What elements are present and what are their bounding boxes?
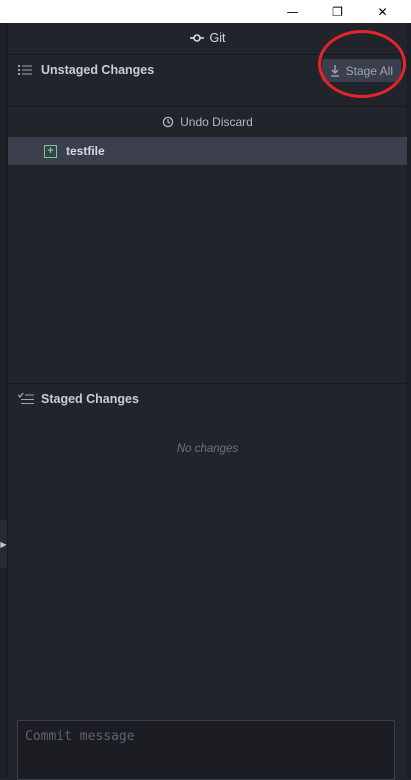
list-item[interactable]: + testfile bbox=[8, 137, 407, 165]
maximize-icon: ❐ bbox=[332, 4, 343, 19]
checklist-icon bbox=[18, 392, 36, 405]
staged-changes-header: Staged Changes bbox=[8, 383, 407, 413]
right-edge-divider bbox=[407, 23, 411, 778]
minimize-button[interactable]: — bbox=[270, 0, 315, 23]
unstaged-changes-label: Unstaged Changes bbox=[41, 62, 155, 77]
undo-discard-button[interactable]: Undo Discard bbox=[8, 106, 407, 138]
left-dock-strip: ▶ bbox=[0, 23, 8, 778]
commit-message-placeholder: Commit message bbox=[25, 729, 135, 744]
added-file-icon: + bbox=[44, 144, 57, 158]
maximize-button[interactable]: ❐ bbox=[315, 0, 360, 23]
undo-discard-label: Undo Discard bbox=[180, 115, 253, 129]
git-commit-icon bbox=[189, 34, 204, 42]
commit-message-input[interactable]: Commit message bbox=[17, 720, 395, 780]
list-icon bbox=[18, 64, 36, 76]
git-panel-title: Git bbox=[209, 31, 226, 45]
history-icon bbox=[162, 116, 174, 128]
no-changes-text: No changes bbox=[176, 443, 239, 455]
git-panel: Git Unstaged Changes Stage All Undo Disc… bbox=[8, 23, 407, 780]
close-button[interactable]: ✕ bbox=[360, 0, 405, 23]
dock-toggle-handle[interactable]: ▶ bbox=[0, 520, 7, 568]
minimize-icon: — bbox=[286, 4, 299, 19]
chevron-right-icon: ▶ bbox=[0, 539, 7, 549]
file-name: testfile bbox=[66, 144, 105, 158]
close-icon: ✕ bbox=[377, 4, 388, 19]
window-titlebar: — ❐ ✕ bbox=[0, 0, 411, 23]
annotation-circle bbox=[318, 30, 406, 98]
staged-changes-label: Staged Changes bbox=[41, 391, 139, 406]
